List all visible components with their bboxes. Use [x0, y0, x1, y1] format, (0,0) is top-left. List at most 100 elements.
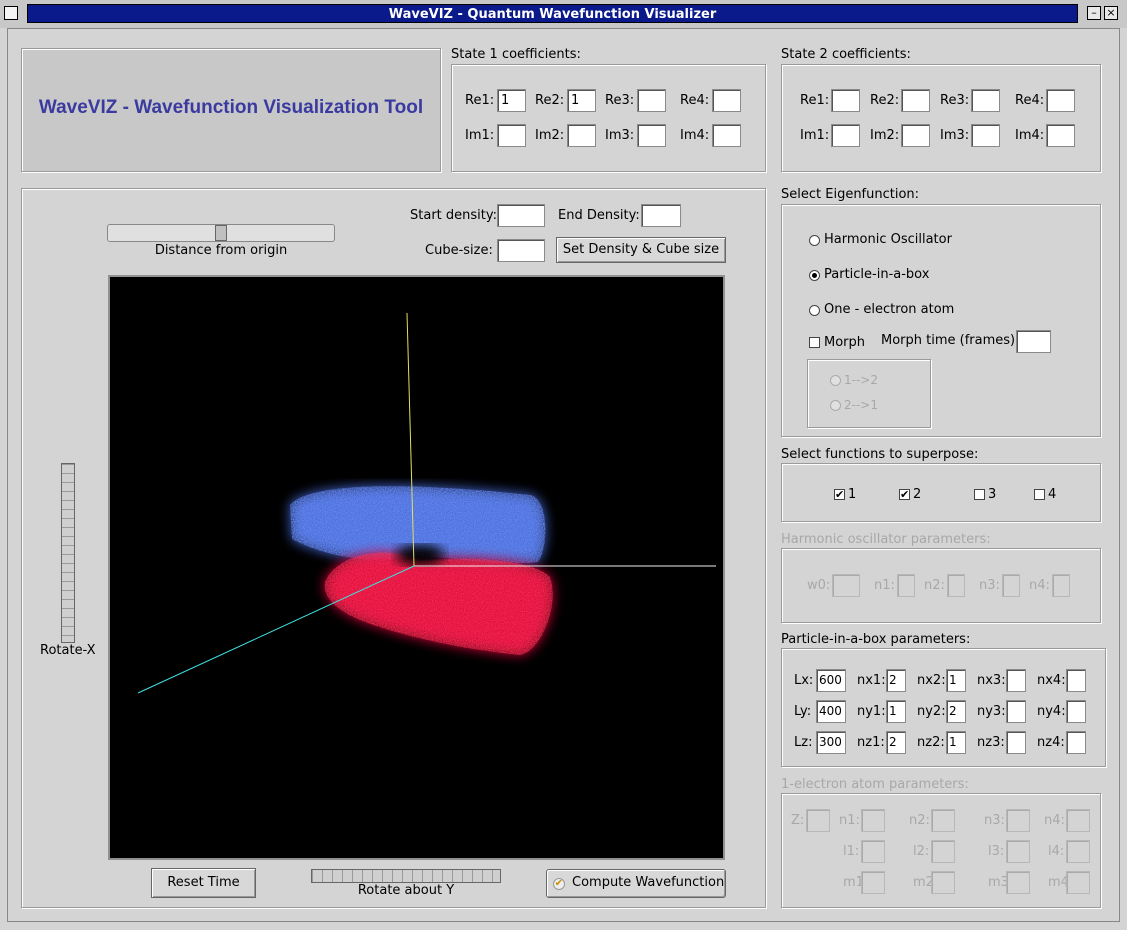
start-density-input[interactable]: [497, 204, 545, 227]
atom-field-r2c3-input[interactable]: [931, 840, 955, 863]
rotate-y-label: Rotate about Y: [357, 883, 455, 898]
state1-re3-input[interactable]: [637, 89, 666, 112]
wavefunction-plot: [137, 312, 716, 694]
pib-field-r1c5-input[interactable]: [1066, 669, 1086, 692]
state1-im2-input[interactable]: [567, 124, 596, 147]
end-density-input[interactable]: [641, 204, 681, 227]
state1-panel: [451, 64, 766, 172]
pib-field-r2c5-input[interactable]: [1066, 700, 1086, 723]
pib-field-r3c4-input[interactable]: [1006, 731, 1026, 754]
harmonic-field-1-input[interactable]: [832, 574, 860, 597]
pib-field-r3c2-label: nz1:: [857, 735, 885, 750]
pib-field-r3c1-input[interactable]: 300: [816, 731, 846, 754]
state2-im1-input[interactable]: [831, 124, 860, 147]
atom-field-r1c4-input[interactable]: [1006, 809, 1030, 832]
atom-field-r1c3-input[interactable]: [931, 809, 955, 832]
pib-field-r3c2-input[interactable]: 2: [886, 731, 906, 754]
pib-field-r3c5-input[interactable]: [1066, 731, 1086, 754]
atom-field-r2c5-input[interactable]: [1066, 840, 1090, 863]
pib-field-r1c4-input[interactable]: [1006, 669, 1026, 692]
pib-field-r1c3-input[interactable]: 1: [946, 669, 966, 692]
superpose-label-4: 4: [1048, 487, 1057, 502]
harmonic-field-2-input[interactable]: [897, 574, 915, 597]
superpose-label: Select functions to superpose:: [781, 447, 979, 462]
harmonic-label: Harmonic oscillator parameters:: [781, 532, 991, 547]
pib-field-r2c2-input[interactable]: 1: [886, 700, 906, 723]
superpose-checkbox-2[interactable]: ✔: [899, 489, 910, 500]
density-node: [396, 545, 444, 565]
superpose-checkbox-4[interactable]: [1034, 489, 1045, 500]
state2-re2-input[interactable]: [901, 89, 930, 112]
morph-direction-radio-1[interactable]: [830, 375, 841, 386]
atom-field-r2c5-label: l4:: [1048, 844, 1065, 859]
pib-field-r2c4-label: ny3:: [977, 704, 1006, 719]
reset-time-button[interactable]: Reset Time: [151, 868, 256, 898]
state2-re1-input[interactable]: [831, 89, 860, 112]
morph-direction-label-1: 1-->2: [844, 373, 878, 387]
eigen-radio-1[interactable]: [809, 235, 820, 246]
atom-field-r1c2-input[interactable]: [861, 809, 885, 832]
state2-panel: [781, 64, 1101, 172]
rotate-x-slider[interactable]: [61, 463, 75, 643]
window-menu-icon[interactable]: [4, 6, 18, 20]
morph-direction-radio-2[interactable]: [830, 400, 841, 411]
state1-re4-input[interactable]: [712, 89, 741, 112]
state2-im2-input[interactable]: [901, 124, 930, 147]
state2-im3-input[interactable]: [971, 124, 1000, 147]
pib-field-r2c1-input[interactable]: 400: [816, 700, 846, 723]
pib-field-r3c4-label: nz3:: [977, 735, 1005, 750]
state1-im1-input[interactable]: [497, 124, 526, 147]
atom-field-r3c2-input[interactable]: [861, 871, 885, 894]
superpose-label-3: 3: [988, 487, 997, 502]
cube-size-input[interactable]: [497, 239, 545, 262]
harmonic-field-1-label: w0:: [807, 578, 831, 593]
atom-label: 1-electron atom parameters:: [781, 777, 969, 792]
atom-field-r3c5-input[interactable]: [1066, 871, 1090, 894]
state1-re2-input[interactable]: 1: [567, 89, 596, 112]
atom-field-r2c2-input[interactable]: [861, 840, 885, 863]
atom-field-r1c1-input[interactable]: [806, 809, 830, 832]
atom-field-r1c4-label: n3:: [984, 813, 1005, 828]
state2-im1-label: Im1:: [800, 128, 830, 143]
harmonic-field-5-input[interactable]: [1052, 574, 1070, 597]
minimize-icon[interactable]: –: [1087, 6, 1101, 20]
morph-direction-label-2: 2-->1: [844, 398, 878, 412]
pib-field-r2c3-input[interactable]: 2: [946, 700, 966, 723]
state1-im3-input[interactable]: [637, 124, 666, 147]
superpose-checkbox-1[interactable]: ✔: [834, 489, 845, 500]
pib-field-r1c1-input[interactable]: 600: [816, 669, 846, 692]
harmonic-field-3-input[interactable]: [947, 574, 965, 597]
state2-re3-input[interactable]: [971, 89, 1000, 112]
rotate-y-slider[interactable]: [311, 869, 501, 883]
state2-label: State 2 coefficients:: [781, 47, 911, 62]
atom-field-r2c4-input[interactable]: [1006, 840, 1030, 863]
superpose-checkbox-3[interactable]: [974, 489, 985, 500]
distance-slider[interactable]: [107, 224, 335, 242]
compute-wavefunction-toggle[interactable]: ✔ Compute Wavefunction: [546, 869, 726, 898]
set-density-button[interactable]: Set Density & Cube size: [556, 237, 726, 263]
pib-field-r2c4-input[interactable]: [1006, 700, 1026, 723]
distance-slider-thumb[interactable]: [215, 225, 227, 241]
state1-label: State 1 coefficients:: [451, 47, 581, 62]
atom-field-r3c4-input[interactable]: [1006, 871, 1030, 894]
state1-im4-input[interactable]: [712, 124, 741, 147]
state2-re4-input[interactable]: [1046, 89, 1075, 112]
harmonic-field-4-input[interactable]: [1002, 574, 1020, 597]
morph-checkbox[interactable]: [809, 337, 820, 348]
state2-im4-input[interactable]: [1046, 124, 1075, 147]
eigen-radio-2[interactable]: [809, 270, 820, 281]
atom-field-r2c4-label: l3:: [988, 844, 1005, 859]
pib-field-r3c3-input[interactable]: 1: [946, 731, 966, 754]
harmonic-field-2-label: n1:: [874, 578, 895, 593]
morph-time-input[interactable]: [1016, 330, 1051, 353]
state1-re1-input[interactable]: 1: [497, 89, 526, 112]
close-icon[interactable]: ×: [1104, 6, 1118, 20]
atom-field-r1c2-label: n1:: [839, 813, 860, 828]
pib-field-r1c2-input[interactable]: 2: [886, 669, 906, 692]
window-title: WaveVIZ - Quantum Wavefunction Visualize…: [27, 4, 1078, 23]
wavefunction-canvas[interactable]: [108, 275, 725, 860]
atom-field-r1c5-input[interactable]: [1066, 809, 1090, 832]
eigen-radio-3[interactable]: [809, 305, 820, 316]
harmonic-field-5-label: n4:: [1029, 578, 1050, 593]
atom-field-r3c3-input[interactable]: [931, 871, 955, 894]
